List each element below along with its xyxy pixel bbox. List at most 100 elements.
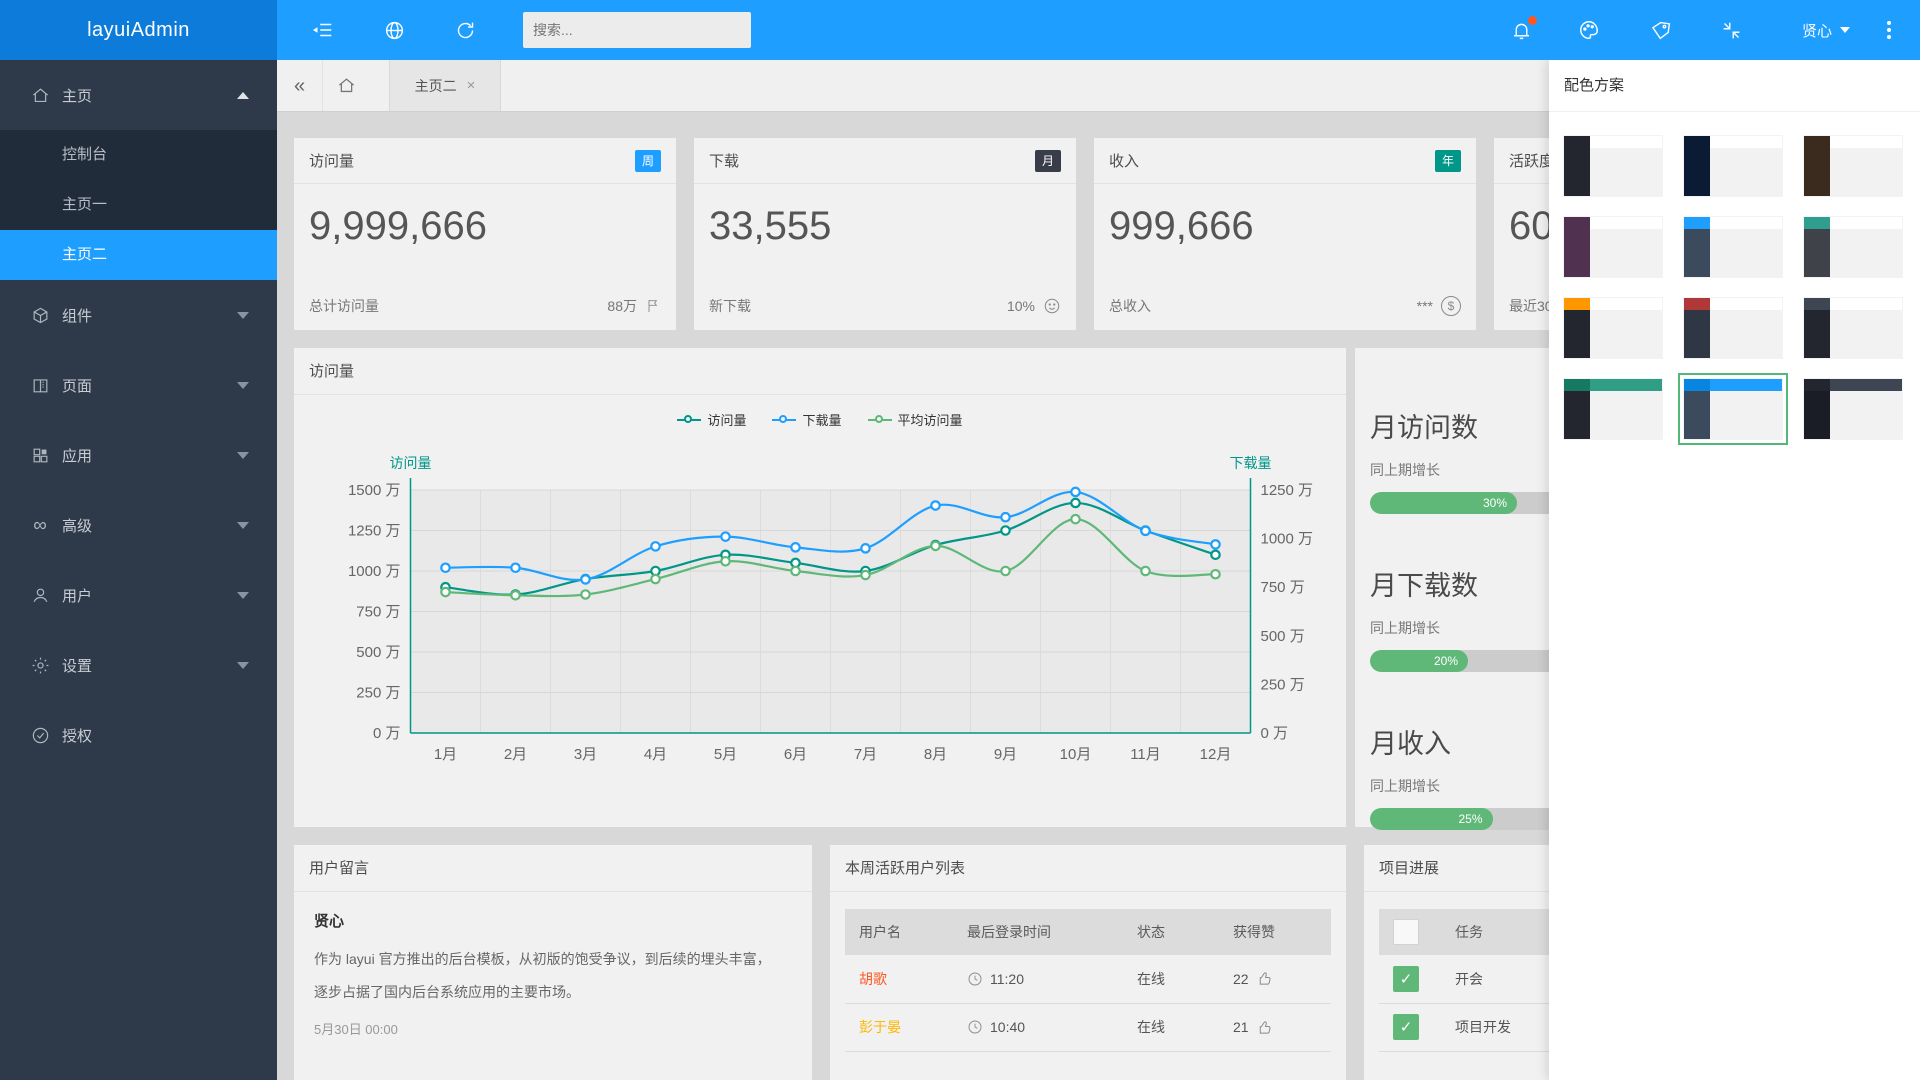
sidebar-item-apps[interactable]: 应用 (0, 420, 277, 490)
refresh-icon[interactable] (452, 0, 478, 60)
tab-close-icon[interactable]: × (467, 77, 476, 94)
theme-swatch[interactable] (1803, 378, 1903, 440)
active-users-panel: 本周活跃用户列表 用户名 最后登录时间 状态 获得赞 胡歌 11:20 在线 2… (830, 845, 1346, 1080)
panel-title: 用户留言 (294, 845, 812, 892)
infinity-icon: ∞ (30, 515, 50, 535)
theme-swatch[interactable] (1803, 216, 1903, 278)
tab-home2[interactable]: 主页二 × (389, 60, 501, 111)
line-chart-canvas: 0 万250 万500 万750 万1000 万1250 万1500 万0 万2… (294, 395, 1346, 827)
home-icon (30, 85, 50, 105)
user-status: 在线 (1137, 1019, 1165, 1035)
theme-swatch[interactable] (1683, 135, 1783, 197)
svg-text:11月: 11月 (1130, 746, 1161, 763)
search-input[interactable] (523, 12, 751, 48)
svg-text:500 万: 500 万 (356, 644, 400, 661)
smiley-icon (1043, 297, 1061, 315)
svg-text:下载量: 下载量 (1230, 455, 1272, 471)
svg-text:250 万: 250 万 (356, 685, 400, 702)
sidebar-item-console[interactable]: 控制台 (0, 130, 277, 180)
svg-text:7月: 7月 (854, 746, 877, 763)
sidebar-item-home[interactable]: 主页 (0, 60, 277, 130)
sidebar-item-settings[interactable]: 设置 (0, 630, 277, 700)
card-value: 999,666 (1094, 184, 1476, 249)
likes-count: 22 (1233, 971, 1249, 987)
card-value: 33,555 (694, 184, 1076, 249)
active-users-table: 用户名 最后登录时间 状态 获得赞 胡歌 11:20 在线 22 彭于晏 10:… (845, 909, 1331, 1080)
theme-swatch-grid (1549, 112, 1920, 440)
card-title: 活跃度 (1509, 150, 1554, 171)
chevron-down-icon (1840, 27, 1850, 33)
sidebar-item-components[interactable]: 组件 (0, 280, 277, 350)
sidebar-item-label: 组件 (62, 305, 92, 326)
sidebar-item-advanced[interactable]: ∞ 高级 (0, 490, 277, 560)
sidebar-item-auth[interactable]: 授权 (0, 700, 277, 770)
card-title: 访问量 (309, 150, 354, 171)
theme-swatch[interactable] (1803, 135, 1903, 197)
gear-icon (30, 655, 50, 675)
sidebar-item-label: 授权 (62, 725, 92, 746)
sidebar-item-users[interactable]: 用户 (0, 560, 277, 630)
sidebar-item-home1[interactable]: 主页一 (0, 180, 277, 230)
sidebar-submenu-home: 控制台 主页一 主页二 (0, 130, 277, 280)
user-name: 胡歌 (859, 971, 887, 987)
svg-text:4月: 4月 (644, 746, 667, 763)
theme-swatch[interactable] (1563, 378, 1663, 440)
login-time: 11:20 (990, 971, 1024, 987)
home-tab-icon[interactable] (323, 60, 369, 111)
svg-text:8月: 8月 (924, 746, 947, 763)
user-icon (30, 585, 50, 605)
chevron-down-icon (237, 662, 249, 669)
dollar-icon: $ (1441, 296, 1461, 316)
col-likes: 获得赞 (1219, 909, 1331, 955)
tag-icon[interactable] (1647, 0, 1673, 60)
table-row[interactable]: 胡歌 11:20 在线 22 (845, 955, 1331, 1003)
theme-swatch[interactable] (1683, 216, 1783, 278)
theme-swatch[interactable] (1683, 297, 1783, 359)
card-title: 收入 (1109, 150, 1139, 171)
exit-fullscreen-icon[interactable] (1718, 0, 1744, 60)
thumbs-up-icon[interactable] (1256, 1019, 1273, 1036)
svg-text:0 万: 0 万 (1261, 725, 1289, 742)
select-all-checkbox[interactable] (1393, 919, 1419, 945)
theme-swatch[interactable] (1563, 216, 1663, 278)
panel-title: 本周活跃用户列表 (830, 845, 1346, 892)
svg-text:500 万: 500 万 (1261, 628, 1305, 645)
svg-text:1000 万: 1000 万 (1261, 531, 1314, 548)
sidebar-item-label: 设置 (62, 655, 92, 676)
chart-panel-title: 访问量 (294, 348, 1346, 395)
card-footer-label: 总计访问量 (309, 296, 379, 316)
card-badge: 年 (1435, 150, 1461, 172)
visits-chart-panel: 访问量 访问量 下载量 平均访问量 0 万250 万500 万750 万1000… (294, 348, 1346, 827)
task-checkbox-checked[interactable]: ✓ (1393, 966, 1419, 992)
thumbs-up-icon[interactable] (1256, 970, 1273, 987)
pages-icon (30, 375, 50, 395)
more-options-icon[interactable] (1876, 0, 1902, 60)
theme-swatch[interactable] (1563, 297, 1663, 359)
user-menu[interactable]: 贤心 (1792, 0, 1860, 60)
card-footer-value: 10% (1007, 298, 1035, 314)
theme-swatch[interactable] (1803, 297, 1903, 359)
svg-text:5月: 5月 (714, 746, 737, 763)
table-row[interactable]: 彭于晏 10:40 在线 21 (845, 1003, 1331, 1051)
theme-palette-icon[interactable] (1576, 0, 1602, 60)
task-checkbox-checked[interactable]: ✓ (1393, 1014, 1419, 1040)
login-time: 10:40 (990, 1019, 1025, 1035)
notifications-bell-icon[interactable] (1508, 0, 1534, 60)
svg-text:9月: 9月 (994, 746, 1017, 763)
sidebar-item-label: 应用 (62, 445, 92, 466)
task-label: 开会 (1455, 971, 1483, 987)
theme-swatch-selected[interactable] (1683, 378, 1783, 440)
sidebar-item-label: 主页 (62, 85, 92, 106)
svg-text:12月: 12月 (1200, 746, 1232, 763)
svg-text:750 万: 750 万 (356, 604, 400, 621)
sidebar-item-home2[interactable]: 主页二 (0, 230, 277, 280)
collapse-menu-icon[interactable] (310, 0, 336, 60)
app-logo[interactable]: layuiAdmin (0, 0, 277, 60)
sidebar-item-pages[interactable]: 页面 (0, 350, 277, 420)
globe-icon[interactable] (381, 0, 407, 60)
top-header: layuiAdmin 贤心 (0, 0, 1920, 60)
progress-fill: 20% (1370, 650, 1468, 672)
user-messages-panel: 用户留言 贤心 作为 layui 官方推出的后台模板，从初版的饱受争议，到后续的… (294, 845, 812, 1080)
theme-swatch[interactable] (1563, 135, 1663, 197)
tabs-scroll-left-button[interactable]: « (277, 60, 323, 111)
